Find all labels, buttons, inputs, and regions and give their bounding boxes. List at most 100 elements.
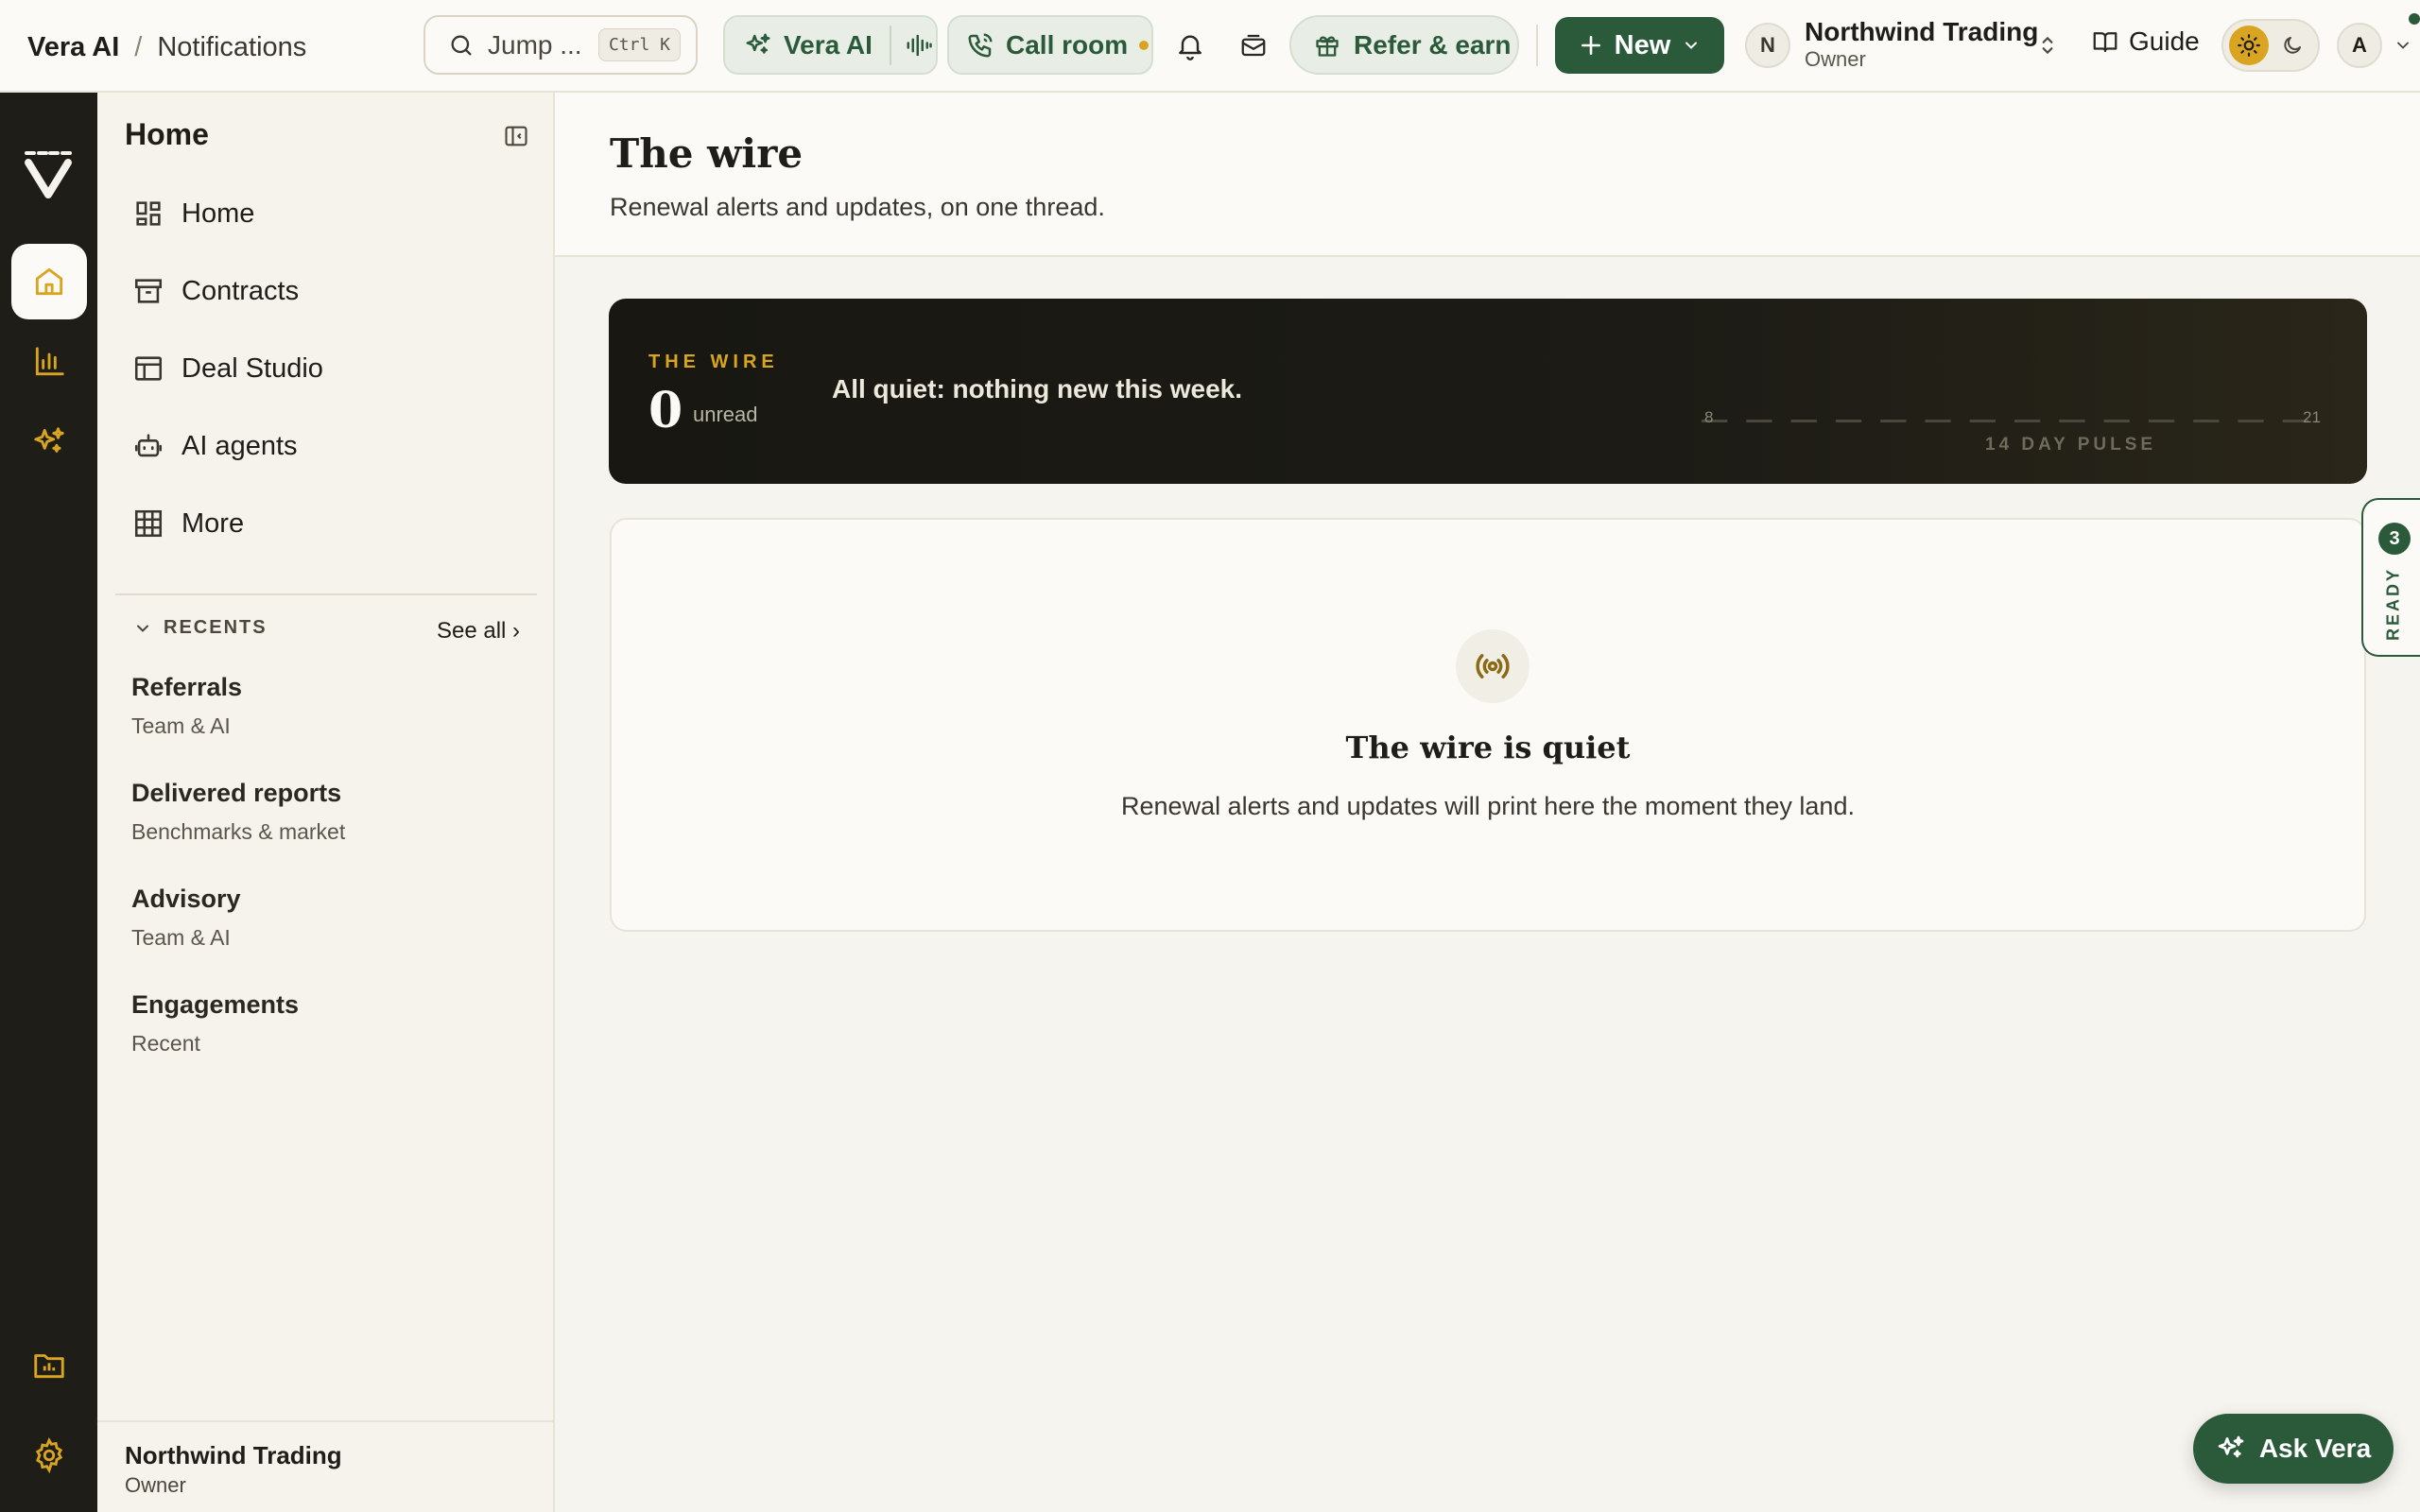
workspace-role: Owner bbox=[125, 1473, 186, 1497]
unread-count: 0 bbox=[648, 382, 683, 439]
live-status-dot bbox=[1139, 40, 1150, 50]
online-status-dot bbox=[2409, 13, 2420, 25]
org-role: Owner bbox=[1805, 47, 1866, 71]
refer-and-earn-button[interactable]: Refer & earn bbox=[1289, 15, 1519, 75]
sidebar-item-label: Deal Studio bbox=[182, 352, 323, 384]
bot-icon bbox=[134, 434, 163, 457]
folder-chart-icon bbox=[34, 1354, 64, 1379]
sidebar-item-more[interactable]: More bbox=[132, 501, 244, 546]
pulse-day-mark bbox=[2193, 420, 2220, 422]
inbox-icon bbox=[1241, 34, 1266, 57]
org-name[interactable]: Northwind Trading bbox=[1805, 17, 2038, 47]
main-content: The wire Renewal alerts and updates, on … bbox=[555, 93, 2420, 1512]
pulse-day-mark bbox=[1925, 420, 1951, 422]
vera-ai-label: Vera AI bbox=[784, 29, 873, 60]
call-room-button[interactable]: Call room bbox=[947, 15, 1153, 75]
jump-search-button[interactable]: Jump ... Ctrl K bbox=[424, 15, 698, 75]
ask-vera-button[interactable]: Ask Vera bbox=[2193, 1414, 2394, 1484]
org-avatar[interactable]: N bbox=[1745, 23, 1790, 68]
sidebar-item-label: AI agents bbox=[182, 430, 298, 461]
collapse-sidebar-icon[interactable] bbox=[503, 123, 529, 149]
chevron-down-icon[interactable] bbox=[2394, 36, 2412, 55]
guide-button[interactable]: Guide bbox=[2091, 26, 2200, 57]
ready-side-tab[interactable]: 3 READY bbox=[2361, 498, 2420, 657]
broadcast-icon bbox=[1456, 629, 1530, 703]
pulse-label: 14 DAY PULSE bbox=[1985, 435, 2157, 455]
unread-label: unread bbox=[693, 403, 758, 426]
archive-icon bbox=[134, 279, 163, 303]
empty-state-subtitle: Renewal alerts and updates will print he… bbox=[1121, 792, 1855, 820]
pulse-day-mark bbox=[2238, 420, 2264, 422]
search-icon bbox=[451, 35, 472, 55]
vera-ai-button[interactable]: Vera AI bbox=[723, 15, 938, 75]
ask-vera-label: Ask Vera bbox=[2258, 1434, 2372, 1463]
recent-item-referrals[interactable]: Referrals Team & AI bbox=[131, 673, 242, 739]
chevron-up-down-icon[interactable] bbox=[2035, 32, 2060, 59]
bell-icon bbox=[1179, 35, 1201, 60]
pulse-day-mark bbox=[2014, 420, 2041, 422]
waveform-icon[interactable] bbox=[905, 31, 933, 60]
pulse-day-mark bbox=[1746, 420, 1772, 422]
sidebar-item-contracts[interactable]: Contracts bbox=[132, 268, 299, 314]
inbox-button[interactable] bbox=[1233, 25, 1274, 66]
home-icon bbox=[35, 267, 63, 296]
recent-item-subtitle: Benchmarks & market bbox=[131, 819, 346, 844]
workspace-footer[interactable]: Northwind Trading Owner bbox=[97, 1420, 555, 1512]
pill-divider bbox=[889, 25, 891, 65]
pulse-day-mark bbox=[2059, 420, 2085, 422]
new-button[interactable]: New bbox=[1555, 17, 1724, 74]
notifications-button[interactable] bbox=[1169, 25, 1211, 66]
moon-icon[interactable] bbox=[2273, 26, 2312, 65]
see-all-link[interactable]: See all › bbox=[437, 618, 520, 644]
pulse-end-tick: 21 bbox=[2303, 408, 2321, 426]
chevron-down-icon bbox=[137, 625, 148, 632]
gift-icon bbox=[1316, 36, 1339, 57]
recent-item-delivered-reports[interactable]: Delivered reports Benchmarks & market bbox=[131, 779, 345, 845]
wire-status-message: All quiet: nothing new this week. bbox=[832, 374, 1243, 404]
ready-count-badge: 3 bbox=[2378, 523, 2411, 555]
recent-item-subtitle: Team & AI bbox=[131, 925, 231, 950]
shortcut-hint: Ctrl K bbox=[597, 28, 681, 61]
refer-label: Refer & earn bbox=[1354, 29, 1512, 60]
breadcrumb-app[interactable]: Vera AI bbox=[27, 32, 119, 63]
gear-icon bbox=[35, 1437, 63, 1473]
page-header: The wire Renewal alerts and updates, on … bbox=[555, 93, 2420, 257]
sidebar-item-home[interactable]: Home bbox=[132, 191, 254, 236]
sidebar-item-label: Home bbox=[182, 198, 255, 229]
rail-analytics-button[interactable] bbox=[11, 324, 87, 400]
recent-item-title: Delivered reports bbox=[131, 779, 342, 807]
recent-item-advisory[interactable]: Advisory Team & AI bbox=[131, 885, 241, 951]
grid-icon bbox=[134, 509, 163, 538]
page-subtitle: Renewal alerts and updates, on one threa… bbox=[610, 193, 1105, 221]
rail-home-button[interactable] bbox=[11, 244, 87, 319]
sidebar-title: Home bbox=[125, 117, 209, 151]
rail-settings-button[interactable] bbox=[11, 1418, 87, 1493]
breadcrumb: Vera AI / Notifications bbox=[27, 28, 306, 66]
icon-rail bbox=[0, 93, 97, 1512]
ready-label: READY bbox=[2383, 566, 2403, 642]
pulse-start-tick: 8 bbox=[1704, 408, 1714, 426]
sidebar-item-deal-studio[interactable]: Deal Studio bbox=[132, 346, 323, 391]
phone-icon bbox=[968, 33, 993, 57]
plus-icon bbox=[1581, 36, 1600, 55]
wire-summary-banner: THE WIRE 0 unread All quiet: nothing new… bbox=[609, 299, 2367, 484]
rail-ai-button[interactable] bbox=[11, 404, 87, 480]
user-avatar[interactable]: A bbox=[2337, 23, 2382, 68]
recent-item-subtitle: Team & AI bbox=[131, 713, 231, 738]
recent-item-title: Engagements bbox=[131, 990, 300, 1019]
sidebar-item-ai-agents[interactable]: AI agents bbox=[132, 423, 298, 469]
topbar-divider bbox=[1536, 25, 1538, 66]
sidebar-divider bbox=[115, 593, 537, 595]
recents-label: RECENTS bbox=[164, 617, 268, 638]
chevron-down-icon bbox=[1685, 42, 1698, 49]
sun-icon[interactable] bbox=[2229, 26, 2269, 65]
breadcrumb-current-page: Notifications bbox=[157, 31, 307, 62]
sidebar-item-label: Contracts bbox=[182, 275, 300, 306]
recent-item-engagements[interactable]: Engagements Recent bbox=[131, 990, 299, 1057]
theme-toggle[interactable] bbox=[2221, 19, 2320, 72]
recents-toggle[interactable]: RECENTS bbox=[133, 617, 268, 639]
rail-files-button[interactable] bbox=[11, 1327, 87, 1402]
pulse-day-mark bbox=[1835, 420, 1862, 422]
vera-logo[interactable] bbox=[21, 147, 76, 202]
sparkles-icon bbox=[746, 33, 770, 54]
